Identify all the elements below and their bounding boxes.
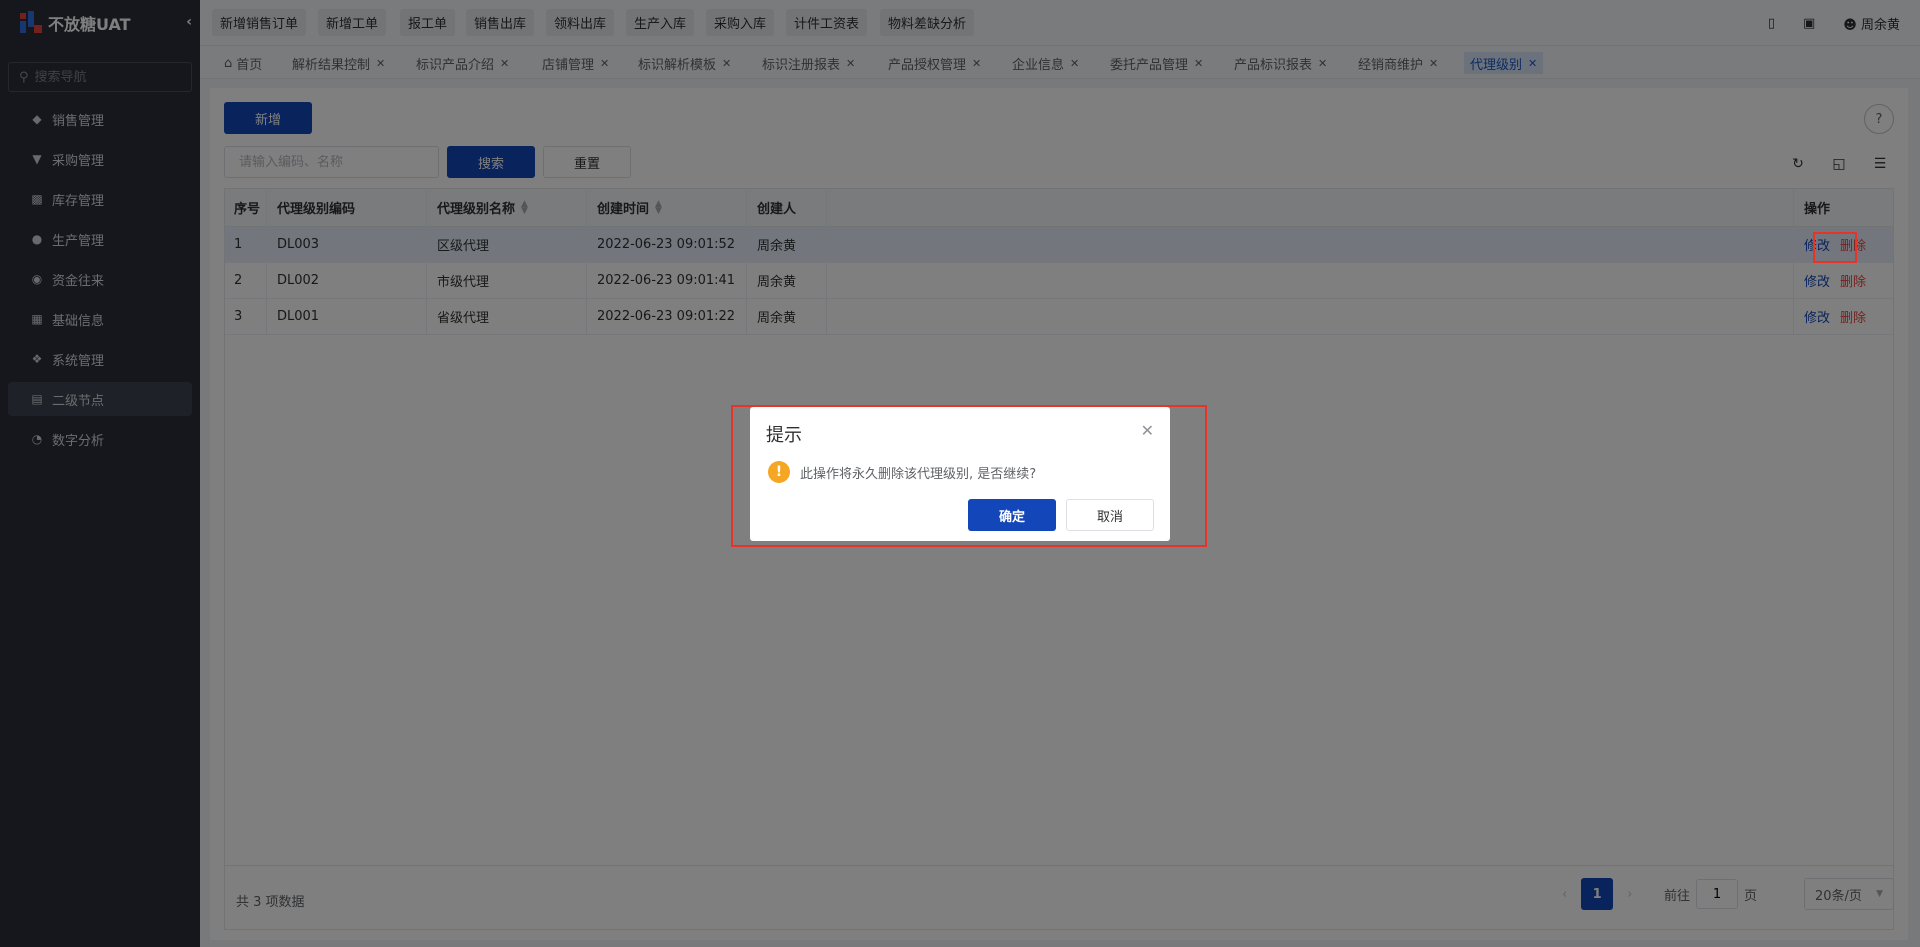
dialog-title: 提示 <box>766 425 802 446</box>
cancel-button[interactable]: 取消 <box>1066 499 1154 531</box>
confirm-button[interactable]: 确定 <box>968 499 1056 531</box>
warning-icon: ! <box>768 461 790 483</box>
confirm-dialog: 提示 ✕ ! 此操作将永久删除该代理级别, 是否继续? 确定 取消 <box>750 407 1170 541</box>
dialog-message: ! 此操作将永久删除该代理级别, 是否继续? <box>768 461 1036 483</box>
close-icon[interactable]: ✕ <box>1141 421 1154 440</box>
dialog-message-text: 此操作将永久删除该代理级别, 是否继续? <box>800 466 1037 482</box>
